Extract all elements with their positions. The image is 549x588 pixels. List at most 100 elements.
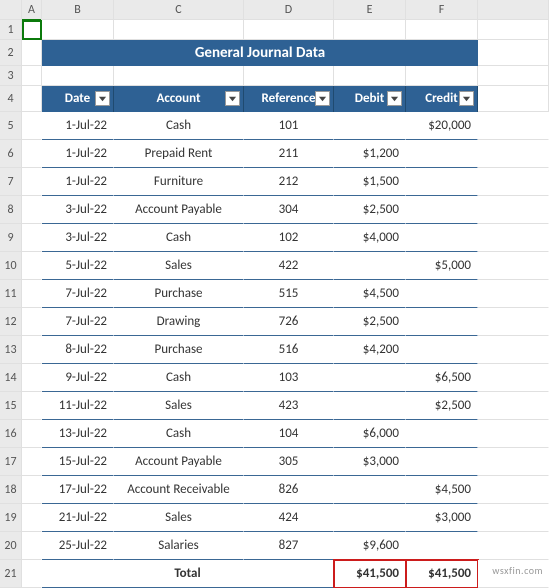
cell-A6[interactable] [22, 140, 42, 168]
cell-G14[interactable] [478, 364, 549, 392]
cell-date[interactable]: 17-Jul-22 [42, 476, 114, 504]
cell-debit[interactable] [334, 476, 406, 504]
col-date-header[interactable]: Date [42, 86, 114, 112]
cell-account[interactable]: Account Receivable [114, 476, 244, 504]
cell-G10[interactable] [478, 252, 549, 280]
row-header-17[interactable]: 17 [0, 448, 22, 476]
col-account-header[interactable]: Account [114, 86, 244, 112]
filter-dropdown-icon[interactable] [315, 91, 330, 106]
cell-A14[interactable] [22, 364, 42, 392]
cell-debit[interactable] [334, 364, 406, 392]
cell-ref[interactable]: 423 [244, 392, 334, 420]
row-header-11[interactable]: 11 [0, 280, 22, 308]
cell-blank[interactable] [478, 66, 549, 86]
filter-dropdown-icon[interactable] [459, 91, 474, 106]
cell-debit[interactable]: $3,000 [334, 448, 406, 476]
cell-G9[interactable] [478, 224, 549, 252]
col-header-A[interactable]: A [22, 0, 42, 20]
row-header-4[interactable]: 4 [0, 86, 22, 112]
cell-debit[interactable]: $4,200 [334, 336, 406, 364]
row-header-19[interactable]: 19 [0, 504, 22, 532]
cell-G15[interactable] [478, 392, 549, 420]
filter-dropdown-icon[interactable] [387, 91, 402, 106]
cell-debit[interactable] [334, 252, 406, 280]
cell-debit[interactable]: $2,500 [334, 308, 406, 336]
cell-debit[interactable]: $1,500 [334, 168, 406, 196]
row-header-12[interactable]: 12 [0, 308, 22, 336]
cell-A9[interactable] [22, 224, 42, 252]
cell-credit[interactable]: $5,000 [406, 252, 478, 280]
cell-date[interactable]: 1-Jul-22 [42, 140, 114, 168]
col-header-C[interactable]: C [114, 0, 244, 20]
cell-ref[interactable]: 101 [244, 112, 334, 140]
cell-blank[interactable] [406, 66, 478, 86]
cell-ref[interactable]: 305 [244, 448, 334, 476]
row-header-5[interactable]: 5 [0, 112, 22, 140]
row-header-15[interactable]: 15 [0, 392, 22, 420]
cell-debit[interactable] [334, 504, 406, 532]
cell-credit[interactable]: $6,500 [406, 364, 478, 392]
cell-ref[interactable]: 211 [244, 140, 334, 168]
cell-A11[interactable] [22, 280, 42, 308]
col-credit-header[interactable]: Credit [406, 86, 478, 112]
cell-A2[interactable] [22, 40, 42, 66]
cell-ref[interactable]: 424 [244, 504, 334, 532]
cell-A1[interactable] [22, 20, 42, 40]
filter-dropdown-icon[interactable] [225, 91, 240, 106]
cell-account[interactable]: Cash [114, 224, 244, 252]
cell-G13[interactable] [478, 336, 549, 364]
cell-debit[interactable] [334, 112, 406, 140]
cell-blank[interactable] [114, 66, 244, 86]
cell-A16[interactable] [22, 420, 42, 448]
cell-account[interactable]: Purchase [114, 336, 244, 364]
cell-A21[interactable] [22, 560, 42, 588]
cell-A10[interactable] [22, 252, 42, 280]
cell-A13[interactable] [22, 336, 42, 364]
cell-ref[interactable]: 826 [244, 476, 334, 504]
cell-debit[interactable] [334, 392, 406, 420]
cell-date[interactable]: 5-Jul-22 [42, 252, 114, 280]
col-header-extra[interactable] [478, 0, 549, 20]
cell-G4[interactable] [478, 86, 549, 112]
cell-credit[interactable]: $20,000 [406, 112, 478, 140]
cell-ref[interactable]: 304 [244, 196, 334, 224]
row-header-3[interactable]: 3 [0, 66, 22, 86]
filter-dropdown-icon[interactable] [95, 91, 110, 106]
cell-credit[interactable]: $3,000 [406, 504, 478, 532]
cell-credit[interactable] [406, 420, 478, 448]
cell-debit[interactable]: $4,000 [334, 224, 406, 252]
cell-credit[interactable]: $2,500 [406, 392, 478, 420]
cell-blank[interactable] [244, 20, 334, 40]
col-header-D[interactable]: D [244, 0, 334, 20]
cell-date[interactable]: 25-Jul-22 [42, 532, 114, 560]
cell-ref[interactable]: 212 [244, 168, 334, 196]
row-header-10[interactable]: 10 [0, 252, 22, 280]
cell-debit[interactable]: $2,500 [334, 196, 406, 224]
cell-date[interactable]: 3-Jul-22 [42, 224, 114, 252]
cell-debit[interactable]: $4,500 [334, 280, 406, 308]
row-header-14[interactable]: 14 [0, 364, 22, 392]
cell-blank[interactable] [406, 20, 478, 40]
cell-blank[interactable] [42, 66, 114, 86]
cell-credit[interactable] [406, 532, 478, 560]
cell-A19[interactable] [22, 504, 42, 532]
row-header-18[interactable]: 18 [0, 476, 22, 504]
cell-date[interactable]: 1-Jul-22 [42, 112, 114, 140]
cell-date[interactable]: 11-Jul-22 [42, 392, 114, 420]
cell-date[interactable]: 9-Jul-22 [42, 364, 114, 392]
cell-date[interactable]: 3-Jul-22 [42, 196, 114, 224]
cell-date[interactable]: 7-Jul-22 [42, 308, 114, 336]
cell-ref[interactable]: 422 [244, 252, 334, 280]
cell-credit[interactable] [406, 224, 478, 252]
cell-date[interactable]: 21-Jul-22 [42, 504, 114, 532]
cell-G6[interactable] [478, 140, 549, 168]
cell-account[interactable]: Account Payable [114, 448, 244, 476]
cell-blank[interactable] [334, 20, 406, 40]
cell-ref[interactable]: 103 [244, 364, 334, 392]
col-debit-header[interactable]: Debit [334, 86, 406, 112]
cell-account[interactable]: Furniture [114, 168, 244, 196]
cell-A12[interactable] [22, 308, 42, 336]
row-header-7[interactable]: 7 [0, 168, 22, 196]
cell-account[interactable]: Cash [114, 112, 244, 140]
cell-blank[interactable] [244, 66, 334, 86]
